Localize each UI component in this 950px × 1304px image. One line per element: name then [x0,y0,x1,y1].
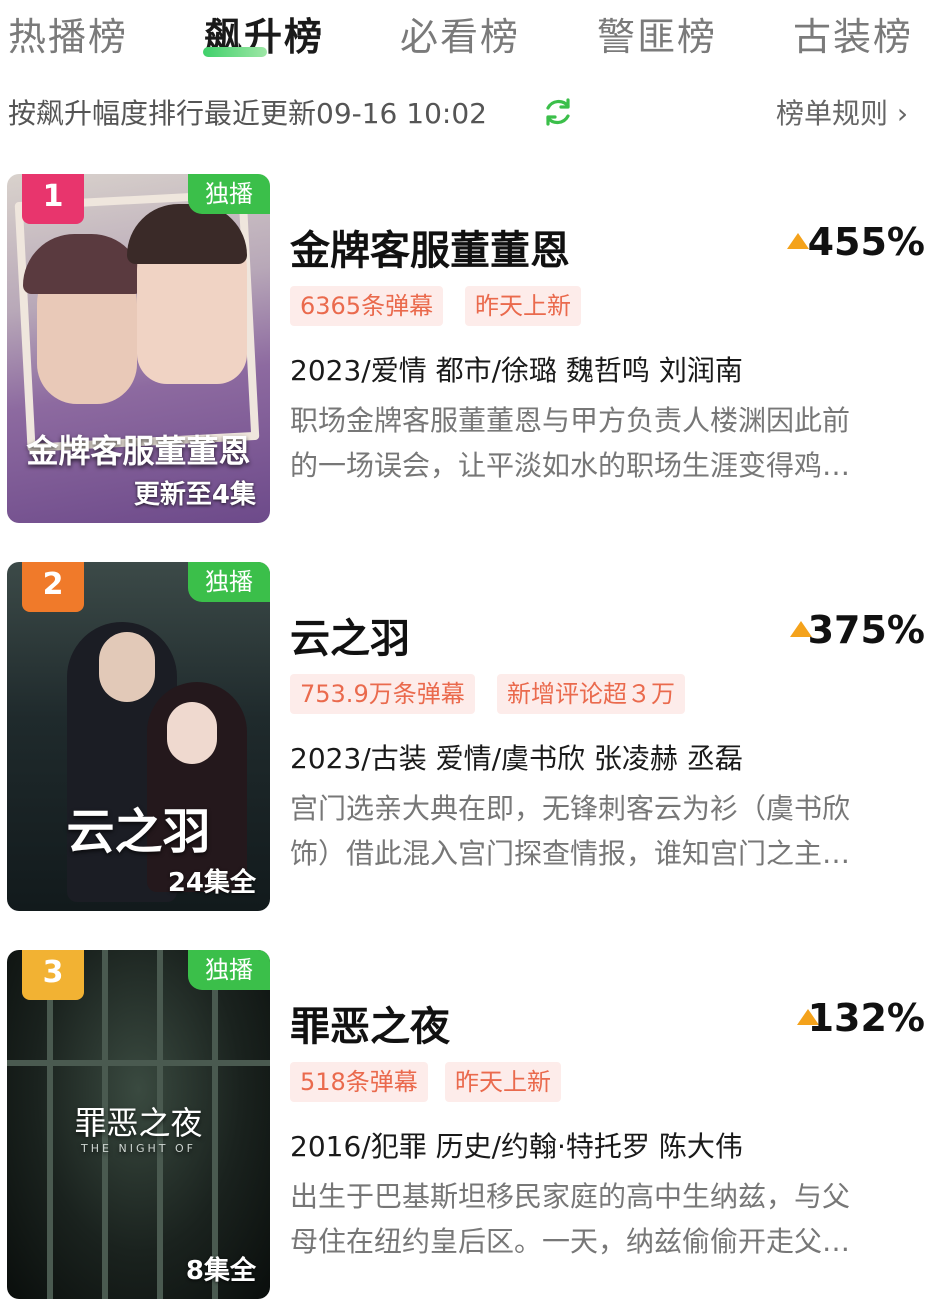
poster-subtitle: THE NIGHT OF [81,1142,196,1155]
ranking-rules-link[interactable]: 榜单规则 › [776,92,908,132]
list-item[interactable]: 云之羽 2 独播 24集全 云之羽 375% 753.9万条弹幕 新增评论超３万… [0,562,950,922]
status-tag: 昨天上新 [445,1062,561,1102]
rise-percentage: 455% [807,220,925,264]
exclusive-badge: 独播 [188,950,270,990]
status-tag: 昨天上新 [465,286,581,326]
poster-title: 罪恶之夜 [74,1104,203,1142]
update-info: 按飙升幅度排行最近更新09-16 10:02 [8,97,487,130]
tab-hot[interactable]: 热播榜 [8,6,128,61]
description-line: 职场金牌客服董董恩与甲方负责人楼渊因此前 [290,404,851,437]
rank-badge: 2 [22,562,84,612]
rise-percentage: 375% [807,608,925,652]
show-title[interactable]: 金牌客服董董恩 [290,218,570,276]
show-description: 职场金牌客服董董恩与甲方负责人楼渊因此前 的一场误会，让平淡如水的职场生涯变得鸡… [290,398,920,488]
rise-percentage: 132% [807,996,925,1040]
episode-count: 更新至4集 [133,480,256,510]
bar-line [7,1060,270,1066]
show-meta: 2023/古装 爱情/虞书欣 张凌赫 丞磊 [290,742,743,775]
actor-face [99,632,155,702]
trend-up-icon [787,233,809,249]
show-meta: 2016/犯罪 历史/约翰·特托罗 陈大伟 [290,1130,743,1163]
refresh-icon[interactable] [542,96,574,128]
description-line: 出生于巴基斯坦移民家庭的高中生纳兹，与父 [290,1180,851,1213]
list-item[interactable]: 罪恶之夜 THE NIGHT OF 3 独播 8集全 罪恶之夜 132% 518… [0,950,950,1304]
description-line: 饰）借此混入宫门探查情报，谁知宫门之主… [290,837,851,870]
poster-title: 金牌客服董董恩 [26,432,251,470]
show-description: 宫门选亲大典在即，无锋刺客云为衫（虞书欣 饰）借此混入宫门探查情报，谁知宫门之主… [290,786,920,876]
ranking-tabs: 热播榜 飙升榜 必看榜 警匪榜 古装榜 [0,0,950,64]
episode-count: 8集全 [185,1256,256,1286]
show-title[interactable]: 罪恶之夜 [290,994,450,1052]
poster-image[interactable]: 云之羽 2 独播 24集全 [7,562,270,911]
poster-image[interactable]: 罪恶之夜 THE NIGHT OF 3 独播 8集全 [7,950,270,1299]
description-line: 母住在纽约皇后区。一天，纳兹偷偷开走父… [290,1225,851,1258]
description-line: 的一场误会，让平淡如水的职场生涯变得鸡… [290,449,851,482]
rank-badge: 1 [22,174,84,224]
danmaku-tag: 753.9万条弹幕 [290,674,475,714]
show-title[interactable]: 云之羽 [290,606,410,664]
danmaku-tag: 6365条弹幕 [290,286,444,326]
actress-face [167,702,217,764]
show-meta: 2023/爱情 都市/徐璐 魏哲鸣 刘润南 [290,354,743,387]
active-tab-indicator [203,47,267,57]
exclusive-badge: 独播 [188,174,270,214]
show-description: 出生于巴基斯坦移民家庭的高中生纳兹，与父 母住在纽约皇后区。一天，纳兹偷偷开走父… [290,1174,920,1264]
poster-title: 云之羽 [66,804,211,860]
episode-count: 24集全 [167,868,256,898]
tab-must-watch[interactable]: 必看榜 [400,6,520,61]
tab-costume[interactable]: 古装榜 [793,6,913,61]
rank-badge: 3 [22,950,84,1000]
description-line: 宫门选亲大典在即，无锋刺客云为衫（虞书欣 [290,792,851,825]
exclusive-badge: 独播 [188,562,270,602]
status-tag: 新增评论超３万 [497,674,685,714]
danmaku-tag: 518条弹幕 [290,1062,428,1102]
tab-crime[interactable]: 警匪榜 [597,6,717,61]
poster-image[interactable]: 金牌客服董董恩 1 独播 更新至4集 [7,174,270,523]
list-item[interactable]: 金牌客服董董恩 1 独播 更新至4集 金牌客服董董恩 455% 6365条弹幕 … [0,174,950,534]
